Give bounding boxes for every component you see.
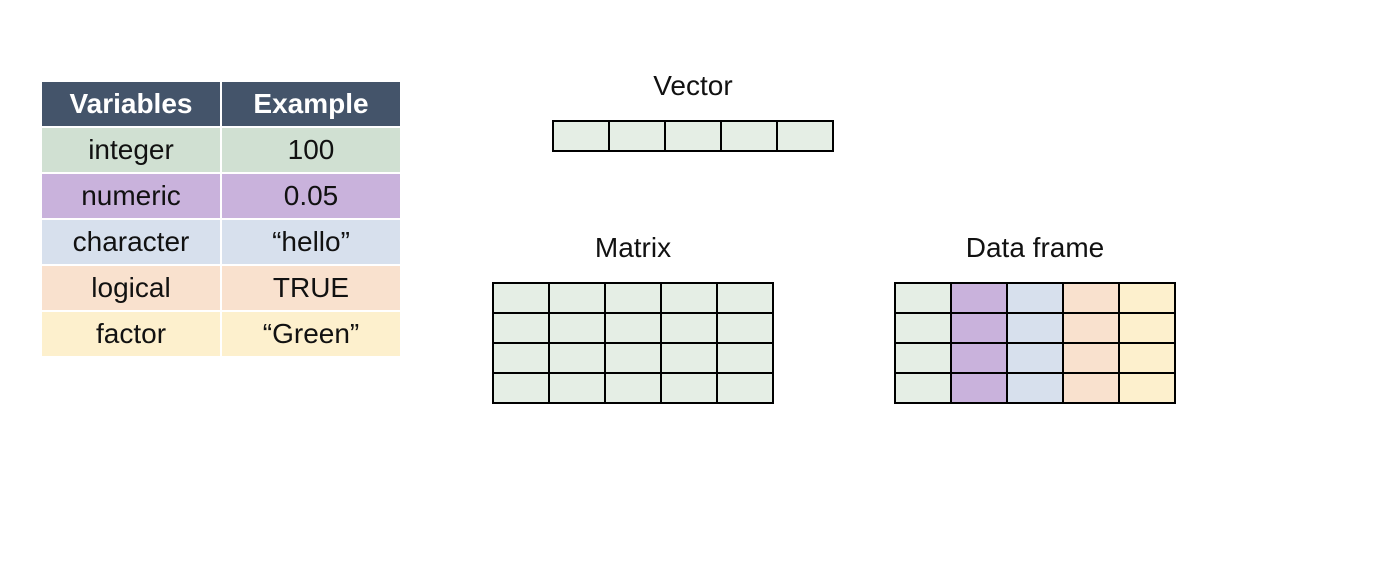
matrix-cell [549,343,605,373]
matrix-label: Matrix [595,232,671,264]
df-cell [951,313,1007,343]
vector-cell [665,121,721,151]
diagram-row-top: Vector [492,70,1345,152]
cell-example: “Green” [221,311,401,357]
matrix-cell [605,313,661,343]
cell-variable: integer [41,127,221,173]
vector-cell [553,121,609,151]
cell-example: “hello” [221,219,401,265]
df-cell [1063,373,1119,403]
cell-example: TRUE [221,265,401,311]
df-cell [1119,283,1175,313]
matrix-grid-icon [492,282,774,404]
vector-diagram: Vector [552,70,834,152]
table-row: factor “Green” [41,311,401,357]
df-cell [895,373,951,403]
df-cell [1063,283,1119,313]
dataframe-grid-icon [894,282,1176,404]
vector-cell [777,121,833,151]
matrix-cell [493,313,549,343]
cell-variable: logical [41,265,221,311]
data-structure-diagrams: Vector Matrix Data frame [492,70,1345,404]
df-cell [895,313,951,343]
table-row: integer 100 [41,127,401,173]
df-cell [1119,343,1175,373]
df-cell [1007,283,1063,313]
matrix-cell [717,373,773,403]
matrix-cell [605,283,661,313]
cell-example: 100 [221,127,401,173]
table-header-row: Variables Example [41,81,401,127]
matrix-cell [549,283,605,313]
dataframe-diagram: Data frame [894,232,1176,404]
df-cell [1119,313,1175,343]
vector-cell [609,121,665,151]
matrix-cell [549,313,605,343]
matrix-cell [493,283,549,313]
df-cell [1007,343,1063,373]
header-variables: Variables [41,81,221,127]
header-example: Example [221,81,401,127]
df-cell [951,373,1007,403]
matrix-cell [549,373,605,403]
vector-cell [721,121,777,151]
table-row: numeric 0.05 [41,173,401,219]
cell-example: 0.05 [221,173,401,219]
matrix-cell [493,373,549,403]
table-row: character “hello” [41,219,401,265]
matrix-cell [493,343,549,373]
df-cell [1063,343,1119,373]
matrix-diagram: Matrix [492,232,774,404]
matrix-cell [717,313,773,343]
diagram-row-bottom: Matrix Data frame [492,232,1345,404]
matrix-cell [717,343,773,373]
df-cell [1063,313,1119,343]
df-cell [1119,373,1175,403]
df-cell [895,283,951,313]
variable-type-table: Variables Example integer 100 numeric 0.… [40,80,402,358]
df-cell [895,343,951,373]
df-cell [1007,373,1063,403]
cell-variable: character [41,219,221,265]
matrix-cell [717,283,773,313]
vector-label: Vector [653,70,732,102]
cell-variable: numeric [41,173,221,219]
table-row: logical TRUE [41,265,401,311]
variable-type-table-container: Variables Example integer 100 numeric 0.… [40,80,402,358]
matrix-cell [605,373,661,403]
matrix-cell [661,283,717,313]
df-cell [951,283,1007,313]
vector-grid-icon [552,120,834,152]
df-cell [1007,313,1063,343]
matrix-cell [661,373,717,403]
matrix-cell [661,343,717,373]
df-cell [951,343,1007,373]
matrix-cell [605,343,661,373]
cell-variable: factor [41,311,221,357]
dataframe-label: Data frame [966,232,1105,264]
matrix-cell [661,313,717,343]
